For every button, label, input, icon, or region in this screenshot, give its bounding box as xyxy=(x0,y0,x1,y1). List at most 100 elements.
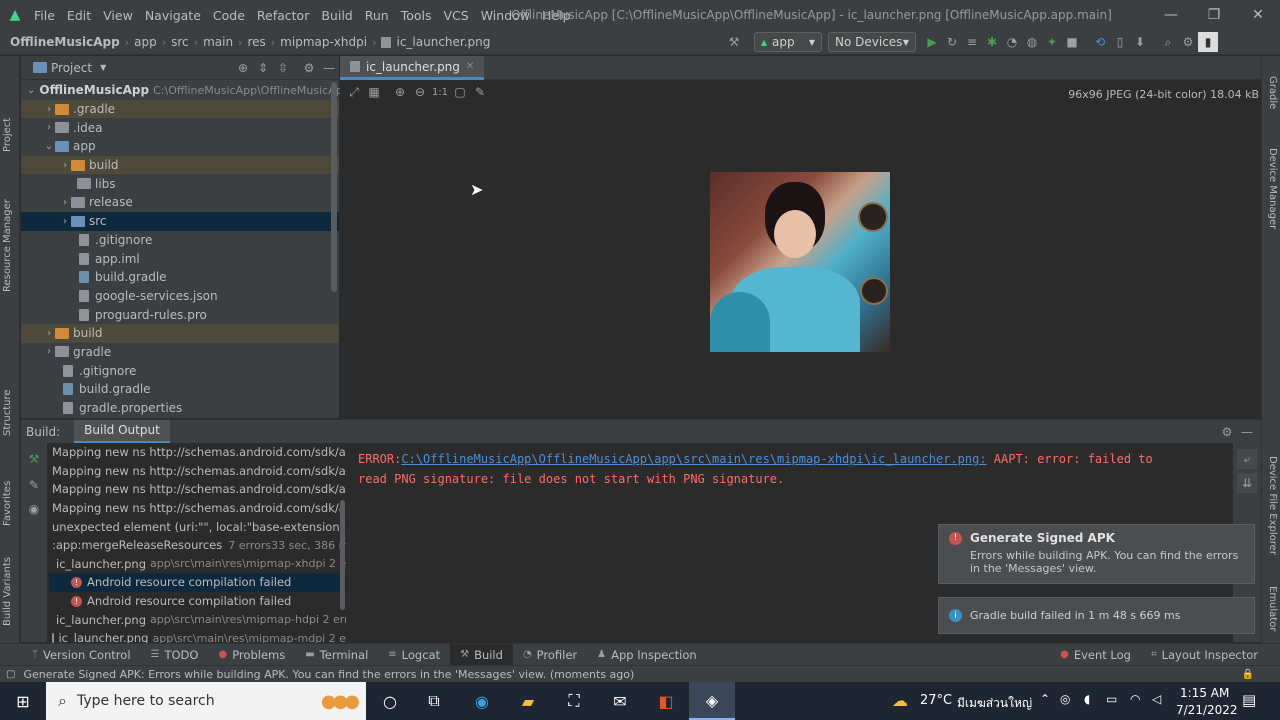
tool-tab-version-control[interactable]: ᛘ Version Control xyxy=(22,648,141,662)
editor-tab-ic-launcher[interactable]: ic_launcher.png ✕ xyxy=(340,56,485,80)
window-layout-icon[interactable]: ▢ xyxy=(6,669,15,680)
tool-tab-terminal[interactable]: ▬ Terminal xyxy=(295,648,378,662)
menu-refactor[interactable]: Refactor xyxy=(251,8,315,23)
search-icon[interactable]: ⌕ xyxy=(1158,32,1178,52)
notification-signed-apk[interactable]: ! Generate Signed APK Errors while build… xyxy=(938,524,1255,584)
breadcrumb-file[interactable]: ic_launcher.png xyxy=(396,35,490,49)
office-icon[interactable]: ◧ xyxy=(643,682,689,720)
tree-item[interactable]: › gradle xyxy=(21,343,339,362)
chevron-right-icon[interactable]: › xyxy=(59,160,71,171)
eye-icon[interactable]: ◉ xyxy=(24,499,44,519)
device-manager-icon[interactable]: ▯ xyxy=(1110,32,1130,52)
file-explorer-icon[interactable]: ▰ xyxy=(505,682,551,720)
expand-all-icon[interactable]: ⇕ xyxy=(253,58,273,78)
stripe-tab-build-variants[interactable]: Build Variants xyxy=(2,557,13,626)
collapse-all-icon[interactable]: ⇳ xyxy=(273,58,293,78)
status-message[interactable]: Generate Signed APK: Errors while buildi… xyxy=(23,668,634,681)
menu-view[interactable]: View xyxy=(97,8,139,23)
breadcrumb-project[interactable]: OfflineMusicApp xyxy=(10,35,120,49)
clock-date[interactable]: 7/21/2022 xyxy=(1176,703,1238,717)
build-tree-row[interactable]: Mapping new ns http://schemas.android.co… xyxy=(49,443,346,462)
breadcrumb-src[interactable]: src xyxy=(171,35,189,49)
tree-item[interactable]: build.gradle xyxy=(21,380,339,399)
tool-tab-build[interactable]: ⚒ Build xyxy=(450,643,513,666)
build-tree-row[interactable]: ic_launcher.png app\src\main\res\mipmap-x… xyxy=(49,555,346,574)
tree-item[interactable]: › .gradle xyxy=(21,99,339,119)
hammer-icon[interactable]: ⚒ xyxy=(724,32,744,52)
breadcrumb-main[interactable]: main xyxy=(203,35,233,49)
restore-icon[interactable]: ❐ xyxy=(1199,4,1229,26)
rerun-icon[interactable]: ↻ xyxy=(942,32,962,52)
gear-icon[interactable]: ⚙ xyxy=(1178,32,1198,52)
tree-item[interactable]: build.gradle xyxy=(21,268,339,287)
tool-tab-app-inspection[interactable]: ♟ App Inspection xyxy=(587,648,707,662)
project-view-select[interactable]: Project xyxy=(51,61,92,75)
tree-item[interactable]: ⌄ app xyxy=(21,137,339,156)
volume-icon[interactable]: ◁ xyxy=(1152,692,1161,706)
menu-edit[interactable]: Edit xyxy=(61,8,97,23)
breadcrumb-res[interactable]: res xyxy=(247,35,265,49)
apply-changes-icon[interactable]: ≡ xyxy=(962,32,982,52)
device-select[interactable]: No Devices ▼ xyxy=(828,32,916,52)
hide-icon[interactable]: — xyxy=(319,58,339,78)
tree-root[interactable]: ⌄ OfflineMusicApp C:\OfflineMusicApp\Off… xyxy=(21,81,350,100)
stop-icon[interactable]: ■ xyxy=(1062,32,1082,52)
stripe-tab-device-file-explorer[interactable]: Device File Explorer xyxy=(1267,456,1278,555)
chevron-down-icon[interactable]: ⌄ xyxy=(43,141,55,152)
stripe-tab-device-manager[interactable]: Device Manager xyxy=(1267,148,1278,229)
build-tree-row[interactable]: unexpected element (uri:"", local:"base-… xyxy=(49,517,346,536)
chevron-right-icon[interactable]: › xyxy=(43,104,55,115)
menu-tools[interactable]: Tools xyxy=(395,8,438,23)
chevron-right-icon[interactable]: › xyxy=(43,328,55,339)
tool-tab-profiler[interactable]: ◔ Profiler xyxy=(513,648,587,662)
sdk-manager-icon[interactable]: ⬇ xyxy=(1130,32,1150,52)
chevron-right-icon[interactable]: › xyxy=(43,346,55,357)
tool-tab-logcat[interactable]: ≡ Logcat xyxy=(378,648,450,662)
mail-icon[interactable]: ✉ xyxy=(597,682,643,720)
task-view-icon[interactable]: ⧉ xyxy=(411,682,457,720)
color-picker-icon[interactable]: ✎ xyxy=(470,82,490,102)
notification-center-icon[interactable]: ▤ xyxy=(1242,691,1256,709)
windows-start-icon[interactable]: ⊞ xyxy=(0,682,46,720)
run-icon[interactable]: ▶ xyxy=(922,32,942,52)
debug-icon[interactable]: ✱ xyxy=(982,32,1002,52)
chessboard-icon[interactable]: ▢ xyxy=(450,82,470,102)
zoom-out-icon[interactable]: ⊖ xyxy=(410,82,430,102)
build-tree-row[interactable]: Mapping new ns http://schemas.android.co… xyxy=(49,480,346,499)
menu-build[interactable]: Build xyxy=(315,8,358,23)
tree-item[interactable]: gradle.properties xyxy=(21,399,339,418)
soft-wrap-icon[interactable]: ⤶ xyxy=(1237,449,1257,469)
pin-icon[interactable]: ✎ xyxy=(24,475,44,495)
attach-debugger-icon[interactable]: ◍ xyxy=(1022,32,1042,52)
tree-item[interactable]: › build xyxy=(21,323,339,343)
console-file-link[interactable]: C:\OfflineMusicApp\OfflineMusicApp\app\s… xyxy=(401,452,986,466)
fit-zoom-icon[interactable]: ⤢ xyxy=(344,82,364,102)
locate-icon[interactable]: ⊕ xyxy=(233,58,253,78)
profile-icon[interactable]: ◔ xyxy=(1002,32,1022,52)
edge-icon[interactable]: ◉ xyxy=(459,682,505,720)
breadcrumb-app[interactable]: app xyxy=(134,35,157,49)
build-tree-scrollbar[interactable] xyxy=(340,500,345,610)
tree-item-selected[interactable]: › src xyxy=(21,211,339,231)
close-icon[interactable]: ✕ xyxy=(466,61,474,72)
gear-icon[interactable]: ⚙ xyxy=(1217,422,1237,442)
android-studio-taskbar-icon[interactable]: ◈ xyxy=(689,682,735,720)
account-icon[interactable]: ▮ xyxy=(1198,32,1218,52)
menu-file[interactable]: File xyxy=(28,8,61,23)
grid-icon[interactable]: ▦ xyxy=(364,82,384,102)
sync-icon[interactable]: ✦ xyxy=(1042,32,1062,52)
gear-icon[interactable]: ⚙ xyxy=(299,58,319,78)
tree-item[interactable]: › release xyxy=(21,193,339,212)
menu-code[interactable]: Code xyxy=(207,8,251,23)
tool-tab-event-log[interactable]: ● Event Log xyxy=(1050,648,1141,662)
menu-navigate[interactable]: Navigate xyxy=(139,8,207,23)
chevron-down-icon[interactable]: ▼ xyxy=(100,63,106,72)
menu-vcs[interactable]: VCS xyxy=(438,8,475,23)
build-tree-row[interactable]: Mapping new ns http://schemas.android.co… xyxy=(49,462,346,481)
tree-item[interactable]: proguard-rules.pro xyxy=(21,305,339,324)
tree-item[interactable]: libs xyxy=(21,174,339,193)
notification-gradle-build[interactable]: i Gradle build failed in 1 m 48 s 669 ms xyxy=(938,597,1255,634)
close-icon[interactable]: ✕ xyxy=(1243,4,1273,26)
lock-icon[interactable]: 🔒 xyxy=(1242,669,1254,680)
zoom-in-icon[interactable]: ⊕ xyxy=(390,82,410,102)
